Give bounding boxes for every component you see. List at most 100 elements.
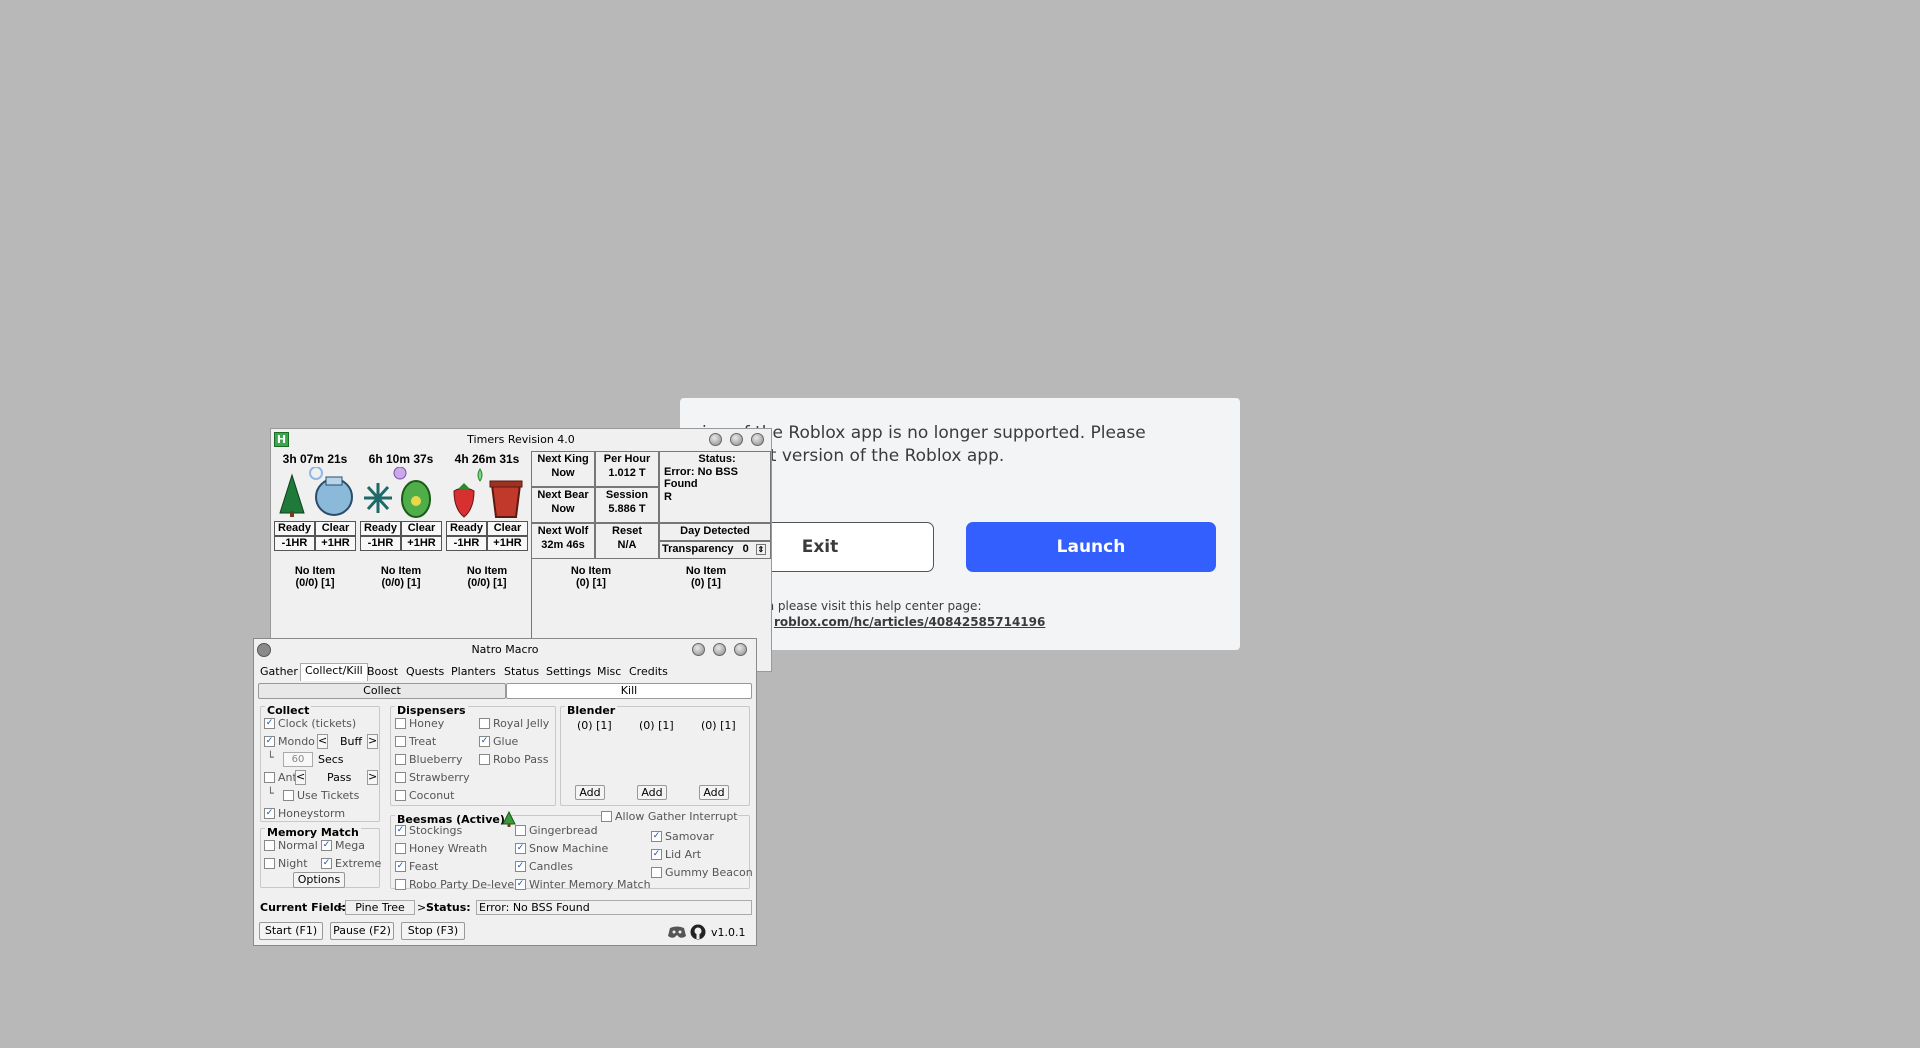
tab-misc[interactable]: Misc <box>597 665 621 681</box>
planter-clear-button[interactable]: Clear <box>487 521 528 536</box>
status-value: Error: No BSS Found <box>476 900 752 915</box>
kill-subtab-button[interactable]: Kill <box>506 683 752 699</box>
timers-title: Timers Revision 4.0 <box>467 433 575 446</box>
tab-collect-kill[interactable]: Collect/Kill <box>300 663 368 681</box>
planter-plus-hour-button[interactable]: +1HR <box>487 536 528 551</box>
coconut-dispenser-checkbox[interactable]: Coconut <box>395 789 454 802</box>
planter-clear-button[interactable]: Clear <box>315 521 356 536</box>
tab-settings[interactable]: Settings <box>546 665 591 681</box>
close-icon[interactable] <box>751 433 764 446</box>
transparency-spinner[interactable]: ⇕ <box>755 544 766 555</box>
samovar-checkbox[interactable]: ✓ Samovar <box>651 830 714 843</box>
planter-minus-hour-button[interactable]: -1HR <box>446 536 487 551</box>
tab-status[interactable]: Status <box>504 665 539 681</box>
tab-gather[interactable]: Gather <box>260 665 298 681</box>
blender-title: Blender <box>565 704 618 717</box>
tab-credits[interactable]: Credits <box>629 665 668 681</box>
mondo-prev-button[interactable]: < <box>317 734 328 749</box>
gummy-beacon-checkbox[interactable]: Gummy Beacon <box>651 866 753 879</box>
memory-normal-checkbox[interactable]: Normal <box>264 839 318 852</box>
strawberry-dispenser-checkbox[interactable]: Strawberry <box>395 771 470 784</box>
start-button[interactable]: Start (F1) <box>259 922 323 940</box>
planter-ready-button[interactable]: Ready <box>446 521 487 536</box>
ant-prev-button[interactable]: < <box>295 770 306 785</box>
ant-next-button[interactable]: > <box>367 770 378 785</box>
planter-item-3: No Item (0/0) [1] <box>466 565 508 589</box>
blender-add-button-2[interactable]: Add <box>637 785 667 800</box>
planter-plus-hour-button[interactable]: +1HR <box>401 536 442 551</box>
planter-plus-hour-button[interactable]: +1HR <box>315 536 356 551</box>
memory-night-checkbox[interactable]: Night <box>264 857 308 870</box>
status-bar: Current Field: < Pine Tree > Status: Err… <box>256 899 754 917</box>
mondo-option: Buff <box>340 735 363 748</box>
memory-match-title: Memory Match <box>265 826 361 839</box>
robo-pass-dispenser-checkbox[interactable]: Robo Pass <box>479 753 548 766</box>
royal-jelly-dispenser-checkbox[interactable]: Royal Jelly <box>479 717 549 730</box>
planter-ready-button[interactable]: Ready <box>274 521 315 536</box>
feast-checkbox[interactable]: ✓ Feast <box>395 860 438 873</box>
clock-checkbox[interactable]: ✓ Clock (tickets) <box>264 717 356 730</box>
timers-window: H Timers Revision 4.0 3h 07m 21s Ready Cl… <box>270 428 772 672</box>
beesmas-group: Beesmas (Active) Allow Gather Interrupt … <box>390 810 753 891</box>
help-center-link[interactable]: roblox.com/hc/articles/40842585714196 <box>774 614 1045 630</box>
collect-subtab-button[interactable]: Collect <box>258 683 506 699</box>
github-icon[interactable] <box>690 924 706 940</box>
blueberry-dispenser-checkbox[interactable]: Blueberry <box>395 753 462 766</box>
memory-mega-checkbox[interactable]: ✓ Mega <box>321 839 365 852</box>
field-next-icon[interactable]: > <box>417 901 426 914</box>
tab-boost[interactable]: Boost <box>367 665 398 681</box>
minimize-icon[interactable] <box>709 433 722 446</box>
mondo-checkbox[interactable]: ✓ Mondo <box>264 735 315 748</box>
planter-item-1: No Item (0/0) [1] <box>294 565 336 589</box>
launch-button[interactable]: Launch <box>966 522 1216 572</box>
ant-checkbox[interactable]: Ant <box>264 771 297 784</box>
tab-quests[interactable]: Quests <box>406 665 444 681</box>
planter-minus-hour-button[interactable]: -1HR <box>274 536 315 551</box>
memory-extreme-checkbox[interactable]: ✓ Extreme <box>321 857 381 870</box>
pause-button[interactable]: Pause (F2) <box>330 922 394 940</box>
gingerbread-checkbox[interactable]: Gingerbread <box>515 824 598 837</box>
lid-art-checkbox[interactable]: ✓ Lid Art <box>651 848 701 861</box>
blender-slot-3: (0) [1] <box>701 719 736 732</box>
snow-machine-checkbox[interactable]: ✓ Snow Machine <box>515 842 608 855</box>
memory-options-button[interactable]: Options <box>293 872 345 888</box>
version-label: v1.0.1 <box>711 926 746 939</box>
blender-add-button-3[interactable]: Add <box>699 785 729 800</box>
collect-group-title: Collect <box>265 704 312 717</box>
allow-gather-interrupt-checkbox[interactable]: Allow Gather Interrupt <box>601 810 738 823</box>
close-icon[interactable] <box>734 643 747 656</box>
use-tickets-checkbox[interactable]: Use Tickets <box>283 789 359 802</box>
natro-titlebar[interactable]: Natro Macro <box>254 639 756 661</box>
planter-ready-button[interactable]: Ready <box>360 521 401 536</box>
discord-icon[interactable] <box>667 925 687 939</box>
planter-timer: 3h 07m 21s <box>282 452 348 466</box>
minimize-icon[interactable] <box>692 643 705 656</box>
honey-wreath-checkbox[interactable]: Honey Wreath <box>395 842 487 855</box>
stockings-checkbox[interactable]: ✓ Stockings <box>395 824 462 837</box>
session-cell: Session 5.886 T <box>595 487 659 523</box>
stop-button[interactable]: Stop (F3) <box>401 922 465 940</box>
treat-dispenser-checkbox[interactable]: Treat <box>395 735 436 748</box>
blender-add-button-1[interactable]: Add <box>575 785 605 800</box>
next-wolf-cell: Next Wolf 32m 46s <box>531 523 595 559</box>
planter-clear-button[interactable]: Clear <box>401 521 442 536</box>
mondo-secs-input[interactable]: 60 <box>283 752 313 767</box>
mondo-next-button[interactable]: > <box>367 734 378 749</box>
maximize-icon[interactable] <box>730 433 743 446</box>
planter-slot-3: 4h 26m 31s Ready Clear -1HR +1HR <box>444 451 530 551</box>
robo-party-checkbox[interactable]: Robo Party De-level <box>395 878 517 891</box>
tree-connector: └ <box>267 751 274 764</box>
roblox-message: ion of the Roblox app is no longer suppo… <box>702 423 1146 466</box>
maximize-icon[interactable] <box>713 643 726 656</box>
glue-dispenser-checkbox[interactable]: ✓ Glue <box>479 735 518 748</box>
winter-memory-match-checkbox[interactable]: ✓ Winter Memory Match <box>515 878 651 891</box>
honeystorm-checkbox[interactable]: ✓ Honeystorm <box>264 807 345 820</box>
secs-label: Secs <box>318 753 344 766</box>
honey-dispenser-checkbox[interactable]: Honey <box>395 717 444 730</box>
next-king-cell: Next King Now <box>531 451 595 487</box>
candles-checkbox[interactable]: ✓ Candles <box>515 860 573 873</box>
tab-planters[interactable]: Planters <box>451 665 496 681</box>
timers-titlebar[interactable]: H Timers Revision 4.0 <box>271 429 771 451</box>
natro-macro-window: Natro Macro Gather Collect/Kill Boost Qu… <box>253 638 757 946</box>
planter-minus-hour-button[interactable]: -1HR <box>360 536 401 551</box>
